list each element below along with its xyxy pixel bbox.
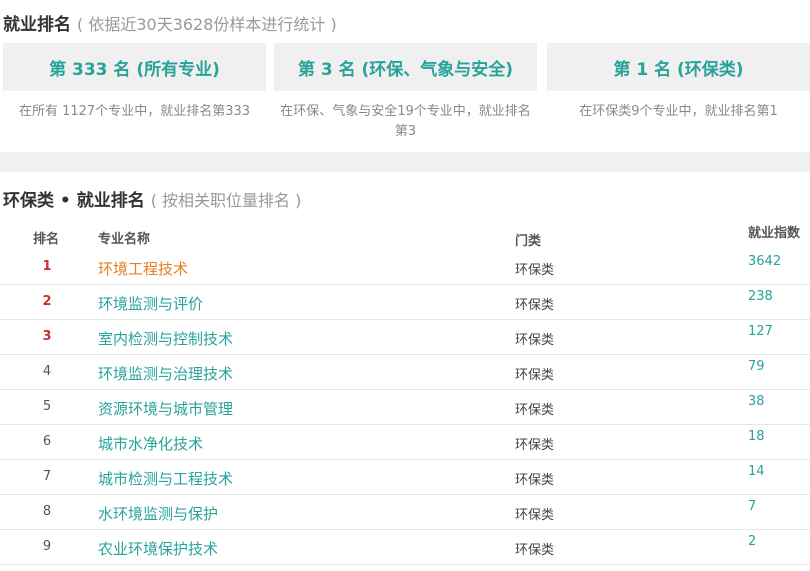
ranking-card-discipline: 第 3 名 (环保、气象与安全) 在环保、气象与安全19个专业中，就业排名第3: [274, 43, 537, 151]
row-rank: 1: [42, 259, 52, 274]
employment-ranking-title: 就业排名 ( 依据近30天3628份样本进行统计 ): [3, 10, 337, 35]
major-name-link[interactable]: 室内检测与控制技术: [98, 328, 233, 349]
row-category: 环保类: [515, 543, 555, 558]
row-employment-index: 18: [748, 429, 765, 444]
major-name-link[interactable]: 环境监测与治理技术: [98, 363, 233, 384]
row-employment-index: 238: [748, 289, 773, 304]
ranking-card-heading: 第 3 名 (环保、气象与安全): [274, 43, 537, 91]
row-rank: 6: [42, 434, 52, 449]
row-employment-index: 79: [748, 359, 765, 374]
row-employment-index: 38: [748, 394, 765, 409]
major-name-link[interactable]: 资源环境与城市管理: [98, 398, 233, 419]
column-header-name: 专业名称: [98, 232, 151, 247]
section-subtitle: ( 依据近30天3628份样本进行统计 ): [77, 15, 337, 34]
row-employment-index: 2: [748, 534, 757, 549]
row-rank: 8: [42, 504, 52, 519]
ranking-table-header: 排名 专业名称 门类 就业指数: [0, 222, 810, 250]
table-row: 3 室内检测与控制技术 环保类 127: [0, 320, 810, 355]
row-category: 环保类: [515, 403, 555, 418]
major-name-link[interactable]: 环境工程技术: [98, 258, 188, 279]
row-employment-index: 127: [748, 324, 773, 339]
row-category: 环保类: [515, 438, 555, 453]
row-rank: 7: [42, 469, 52, 484]
table-row: 5 资源环境与城市管理 环保类 38: [0, 390, 810, 425]
table-row: 2 环境监测与评价 环保类 238: [0, 285, 810, 320]
ranking-card-heading: 第 333 名 (所有专业): [3, 43, 266, 91]
row-category: 环保类: [515, 263, 555, 278]
section-title-text: 就业排名: [3, 15, 71, 35]
section-title-text: 环保类 • 就业排名: [3, 191, 145, 211]
row-category: 环保类: [515, 333, 555, 348]
ranking-card-heading: 第 1 名 (环保类): [547, 43, 810, 91]
row-rank: 9: [42, 539, 52, 554]
column-header-category: 门类: [515, 234, 542, 249]
ranking-cards: 第 333 名 (所有专业) 在所有 1127个专业中，就业排名第333 第 3…: [0, 43, 810, 151]
row-employment-index: 3642: [748, 254, 782, 269]
row-rank: 3: [42, 329, 52, 344]
table-row: 7 城市检测与工程技术 环保类 14: [0, 460, 810, 495]
ranking-card-description: 在环保类9个专业中，就业排名第1: [579, 104, 778, 119]
row-rank: 2: [42, 294, 52, 309]
ranking-card-description: 在所有 1127个专业中，就业排名第333: [18, 104, 251, 119]
ranking-card-all-majors: 第 333 名 (所有专业) 在所有 1127个专业中，就业排名第333: [3, 43, 266, 151]
ranking-table-body: 1 环境工程技术 环保类 3642 2 环境监测与评价 环保类 238 3 室内…: [0, 250, 810, 565]
row-category: 环保类: [515, 508, 555, 523]
table-row: 1 环境工程技术 环保类 3642: [0, 250, 810, 285]
major-name-link[interactable]: 环境监测与评价: [98, 293, 203, 314]
major-name-link[interactable]: 城市水净化技术: [98, 433, 203, 454]
ranking-card-category: 第 1 名 (环保类) 在环保类9个专业中，就业排名第1: [547, 43, 810, 151]
major-name-link[interactable]: 水环境监测与保护: [98, 503, 218, 524]
table-row: 6 城市水净化技术 环保类 18: [0, 425, 810, 460]
column-header-rank: 排名: [33, 232, 60, 247]
row-category: 环保类: [515, 473, 555, 488]
row-rank: 4: [42, 364, 52, 379]
table-row: 9 农业环境保护技术 环保类 2: [0, 530, 810, 565]
table-row: 4 环境监测与治理技术 环保类 79: [0, 355, 810, 390]
category-ranking-title: 环保类 • 就业排名 ( 按相关职位量排名 ): [3, 186, 301, 211]
row-employment-index: 14: [748, 464, 765, 479]
row-employment-index: 7: [748, 499, 757, 514]
ranking-card-description: 在环保、气象与安全19个专业中，就业排名第3: [280, 104, 531, 139]
major-name-link[interactable]: 农业环境保护技术: [98, 538, 218, 559]
column-header-index: 就业指数: [748, 226, 801, 241]
row-category: 环保类: [515, 368, 555, 383]
major-name-link[interactable]: 城市检测与工程技术: [98, 468, 233, 489]
section-divider: [0, 152, 810, 172]
row-rank: 5: [42, 399, 52, 414]
section-subtitle: ( 按相关职位量排名 ): [150, 191, 302, 210]
row-category: 环保类: [515, 298, 555, 313]
table-row: 8 水环境监测与保护 环保类 7: [0, 495, 810, 530]
